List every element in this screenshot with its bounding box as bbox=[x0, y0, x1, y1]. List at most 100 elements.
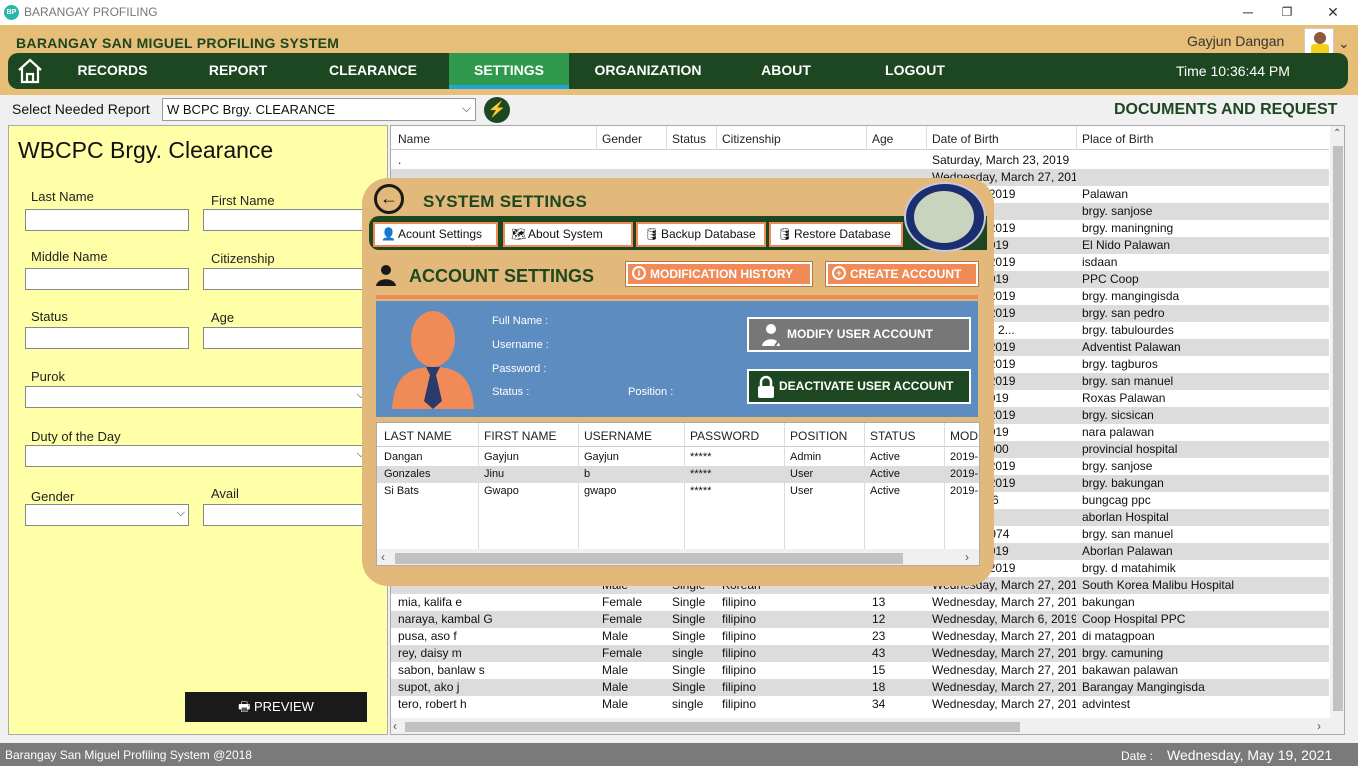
last-name-field[interactable] bbox=[25, 209, 189, 231]
cell-place-of-birth: bakungan bbox=[1082, 595, 1135, 609]
col-password[interactable]: PASSWORD bbox=[690, 429, 759, 443]
duty-select[interactable]: ⌵ bbox=[25, 445, 369, 467]
modification-history-button[interactable]: i MODIFICATION HISTORY bbox=[625, 261, 813, 287]
table-row[interactable]: tero, robert h Male single filipino 34 Wednes… bbox=[391, 696, 1329, 713]
cell-place-of-birth: brgy. san manuel bbox=[1082, 374, 1174, 388]
scroll-right-icon[interactable]: › bbox=[965, 550, 969, 564]
preview-button[interactable]: 🖶 PREVIEW bbox=[185, 692, 367, 722]
button-label: MODIFICATION HISTORY bbox=[650, 267, 794, 281]
cell-username: b bbox=[584, 468, 591, 480]
first-name-field[interactable] bbox=[203, 209, 383, 231]
horizontal-scrollbar[interactable]: ‹ › bbox=[391, 718, 1344, 734]
scroll-up-icon[interactable]: ⌃ bbox=[1333, 128, 1341, 139]
cell-age: 23 bbox=[872, 629, 886, 643]
gender-select[interactable]: ⌵ bbox=[25, 504, 189, 526]
app-header: BARANGAY SAN MIGUEL PROFILING SYSTEM Gay… bbox=[0, 25, 1358, 95]
table-row[interactable]: naraya, kambal G Female Single filipino 12 We… bbox=[391, 611, 1329, 628]
scroll-right-icon[interactable]: › bbox=[1317, 719, 1321, 733]
table-row[interactable]: rey, daisy m Female single filipino 43 Wednes… bbox=[391, 645, 1329, 662]
purok-select[interactable]: ⌵ bbox=[25, 386, 369, 408]
nav-records[interactable]: RECORDS bbox=[60, 53, 165, 89]
col-position[interactable]: POSITION bbox=[790, 429, 847, 443]
nav-about[interactable]: ABOUT bbox=[746, 53, 826, 89]
cell-place-of-birth: South Korea Malibu Hospital bbox=[1082, 578, 1235, 592]
cell-date-of-birth: Wednesday, March 27, 2019 bbox=[932, 697, 1076, 711]
cell-status: Single bbox=[672, 595, 706, 609]
vertical-scrollbar[interactable]: ⌃ bbox=[1330, 126, 1344, 718]
user-accounts-grid[interactable]: LAST NAME FIRST NAME USERNAME PASSWORD P… bbox=[376, 422, 980, 566]
cell-name: . bbox=[398, 153, 402, 167]
cell-place-of-birth: brgy. sanjose bbox=[1082, 204, 1153, 218]
horizontal-scrollbar[interactable]: ‹ › bbox=[377, 549, 979, 565]
table-row[interactable]: mia, kalifa e Female Single filipino 13 Wedne… bbox=[391, 594, 1329, 611]
col-citizenship[interactable]: Citizenship bbox=[722, 132, 781, 146]
tab-label: About System bbox=[528, 227, 603, 241]
avail-field[interactable] bbox=[203, 504, 383, 526]
nav-clearance[interactable]: CLEARANCE bbox=[314, 53, 432, 89]
col-status[interactable]: STATUS bbox=[870, 429, 916, 443]
minimize-button[interactable]: ─ bbox=[1228, 2, 1268, 22]
cell-place-of-birth: bakawan palawan bbox=[1082, 663, 1179, 677]
cell-place-of-birth: brgy. tagburos bbox=[1082, 357, 1158, 371]
create-account-button[interactable]: + CREATE ACCOUNT bbox=[825, 261, 979, 287]
col-date-of-birth[interactable]: Date of Birth bbox=[932, 132, 999, 146]
cell-date-of-birth: Wednesday, March 27, 2019 bbox=[932, 595, 1076, 609]
table-row[interactable]: pusa, aso f Male Single filipino 23 Wednesday… bbox=[391, 628, 1329, 645]
scrollbar-thumb[interactable] bbox=[405, 722, 1020, 732]
nav-logout[interactable]: LOGOUT bbox=[870, 53, 960, 89]
col-first-name[interactable]: FIRST NAME bbox=[484, 429, 556, 443]
table-row[interactable]: supot, ako j Male Single filipino 18 Wednesda… bbox=[391, 679, 1329, 696]
database-plus-icon: 🛢 bbox=[777, 227, 793, 241]
col-place-of-birth[interactable]: Place of Birth bbox=[1082, 132, 1153, 146]
col-name[interactable]: Name bbox=[398, 132, 430, 146]
tab-restore-database[interactable]: 🛢 Restore Database bbox=[769, 222, 903, 247]
generate-report-button[interactable]: ⚡ bbox=[484, 97, 510, 123]
age-field[interactable] bbox=[203, 327, 383, 349]
restore-button[interactable]: ❐ bbox=[1267, 2, 1307, 22]
cell-citizenship: filipino bbox=[722, 663, 757, 677]
col-username[interactable]: USERNAME bbox=[584, 429, 652, 443]
table-row[interactable]: Gonzales Jinu b ***** User Active 2019- bbox=[377, 466, 979, 483]
tab-account-settings[interactable]: 👤 Acount Settings bbox=[373, 222, 498, 247]
modify-user-account-button[interactable]: MODIFY USER ACCOUNT bbox=[747, 317, 971, 352]
scroll-left-icon[interactable]: ‹ bbox=[381, 550, 385, 564]
citizenship-field[interactable] bbox=[203, 268, 383, 290]
nav-settings[interactable]: SETTINGS bbox=[449, 53, 569, 89]
col-status[interactable]: Status bbox=[672, 132, 706, 146]
table-row[interactable]: sabon, banlaw s Male Single filipino 15 Wedne… bbox=[391, 662, 1329, 679]
cell-citizenship: filipino bbox=[722, 612, 757, 626]
cell-position: Admin bbox=[790, 451, 822, 463]
scrollbar-thumb[interactable] bbox=[395, 553, 903, 564]
nav-organization[interactable]: ORGANIZATION bbox=[582, 53, 714, 89]
back-arrow-icon[interactable]: ← bbox=[374, 184, 404, 214]
table-row[interactable]: . Saturday, March 23, 2019 bbox=[391, 152, 1329, 169]
col-age[interactable]: Age bbox=[872, 132, 893, 146]
cell-password: ***** bbox=[690, 468, 712, 480]
status-field[interactable] bbox=[25, 327, 189, 349]
nav-report[interactable]: REPORT bbox=[188, 53, 288, 89]
chevron-down-icon[interactable]: ⌄ bbox=[1338, 35, 1350, 52]
close-button[interactable]: ✕ bbox=[1313, 2, 1353, 22]
report-select[interactable]: W BCPC Brgy. CLEARANCE ⌵ bbox=[162, 98, 476, 121]
home-icon[interactable] bbox=[16, 57, 44, 85]
copyright-text: Barangay San Miguel Profiling System @20… bbox=[5, 748, 252, 762]
table-row[interactable]: Si Bats Gwapo gwapo ***** User Active 2019- bbox=[377, 483, 979, 500]
system-settings-dialog: ← SYSTEM SETTINGS 👤 Acount Settings 🗺 Abou… bbox=[362, 178, 994, 586]
cell-place-of-birth: Palawan bbox=[1082, 187, 1129, 201]
table-row[interactable]: Dangan Gayjun Gayjun ***** Admin Active 2019- bbox=[377, 449, 979, 466]
cell-age: 12 bbox=[872, 612, 886, 626]
deactivate-user-account-button[interactable]: DEACTIVATE USER ACCOUNT bbox=[747, 369, 971, 404]
cell-last-name: Si Bats bbox=[384, 485, 419, 497]
user-name[interactable]: Gayjun Dangan bbox=[1187, 33, 1284, 49]
middle-name-field[interactable] bbox=[25, 268, 189, 290]
cell-modified: 2019- bbox=[950, 451, 979, 463]
tab-about-system[interactable]: 🗺 About System bbox=[503, 222, 633, 247]
col-modified[interactable]: MODI bbox=[950, 429, 979, 443]
scrollbar-thumb[interactable] bbox=[1333, 146, 1343, 711]
col-gender[interactable]: Gender bbox=[602, 132, 642, 146]
col-last-name[interactable]: LAST NAME bbox=[384, 429, 452, 443]
scroll-left-icon[interactable]: ‹ bbox=[393, 719, 397, 733]
user-avatar[interactable] bbox=[1304, 28, 1334, 54]
tab-backup-database[interactable]: 🛢 Backup Database bbox=[636, 222, 766, 247]
button-label: MODIFY USER ACCOUNT bbox=[787, 327, 934, 341]
